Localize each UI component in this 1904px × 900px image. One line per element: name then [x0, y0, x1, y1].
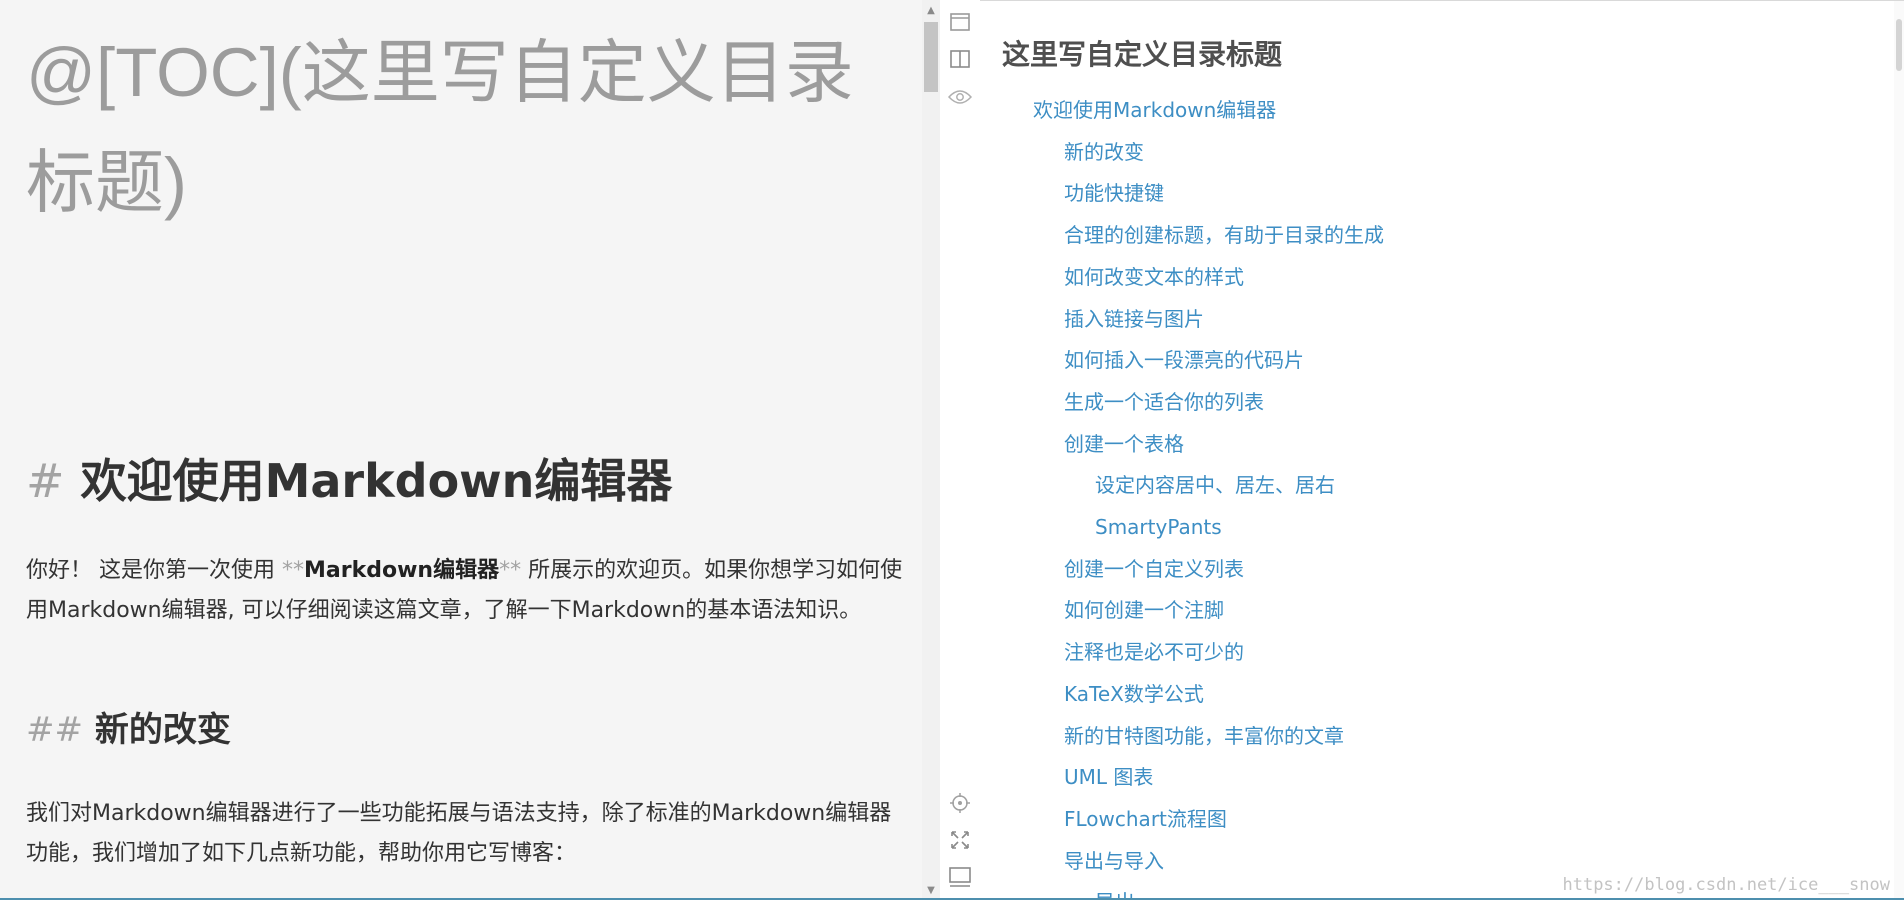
toc-link[interactable]: 设定内容居中、居左、居右	[1095, 471, 1335, 499]
toc-link[interactable]: 如何创建一个注脚	[1064, 596, 1224, 624]
markdown-editor-app: @[TOC](这里写自定义目录标题) # 欢迎使用Markdown编辑器 你好！…	[0, 0, 1904, 900]
locate-icon[interactable]	[947, 790, 973, 816]
view-toolbar	[940, 0, 980, 900]
editor-paragraph-changes: 我们对Markdown编辑器进行了一些功能拓展与语法支持，除了标准的Markdo…	[26, 801, 892, 866]
preview-eye-icon[interactable]	[947, 84, 973, 110]
editor-heading-2: ## 新的改变	[26, 705, 231, 755]
toc-link[interactable]: UML 图表	[1064, 763, 1153, 791]
bold-mark-open: **	[282, 558, 304, 583]
heading-mark: ##	[26, 710, 83, 750]
toc-directive-line: @[TOC](这里写自定义目录标题)	[26, 34, 854, 221]
preview-only-icon[interactable]	[947, 864, 973, 890]
toc-link[interactable]: 合理的创建标题，有助于目录的生成	[1064, 221, 1384, 249]
toc-link[interactable]: 导出与导入	[1064, 847, 1164, 875]
heading-mark: #	[26, 454, 65, 508]
preview-scroll-thumb[interactable]	[1896, 19, 1902, 71]
editor-scrollbar[interactable]: ▲ ▼	[922, 0, 940, 900]
para-text: 你好！ 这是你第一次使用	[26, 558, 282, 583]
toc-link[interactable]: 插入链接与图片	[1064, 305, 1204, 333]
split-view-icon[interactable]	[947, 46, 973, 72]
toc-link[interactable]: 如何插入一段漂亮的代码片	[1064, 346, 1304, 374]
toc-link[interactable]: 新的甘特图功能，丰富你的文章	[1064, 722, 1344, 750]
toc-link[interactable]: 注释也是必不可少的	[1064, 638, 1244, 666]
scroll-down-arrow-icon[interactable]: ▼	[922, 882, 940, 898]
watermark: https://blog.csdn.net/ice___snow	[1562, 875, 1890, 895]
toc-title: 这里写自定义目录标题	[1002, 38, 1283, 71]
editor-heading-1: # 欢迎使用Markdown编辑器	[26, 448, 672, 514]
editor-paragraph-welcome: 你好！ 这是你第一次使用 **Markdown编辑器** 所展示的欢迎页。如果你…	[26, 551, 906, 631]
toc-link[interactable]: 如何改变文本的样式	[1064, 263, 1244, 291]
heading-text: 新的改变	[94, 710, 231, 750]
preview-pane: 这里写自定义目录标题 欢迎使用Markdown编辑器新的改变功能快捷键合理的创建…	[980, 0, 1904, 900]
bold-text: Markdown编辑器	[304, 558, 500, 583]
toc-link[interactable]: 新的改变	[1064, 138, 1144, 166]
scroll-up-arrow-icon[interactable]: ▲	[922, 2, 940, 18]
toc-link[interactable]: FLowchart流程图	[1064, 805, 1227, 833]
toc-link[interactable]: KaTeX数学公式	[1064, 680, 1204, 708]
toc-link[interactable]: 创建一个表格	[1064, 430, 1184, 458]
preview-scrollbar[interactable]	[1894, 1, 1904, 900]
toc-link[interactable]: 创建一个自定义列表	[1064, 555, 1244, 583]
toc-link[interactable]: 生成一个适合你的列表	[1064, 388, 1264, 416]
toc-link[interactable]: 欢迎使用Markdown编辑器	[1033, 96, 1276, 124]
heading-text: 欢迎使用Markdown编辑器	[80, 454, 673, 508]
toc-link[interactable]: 功能快捷键	[1064, 179, 1164, 207]
bold-mark-close: **	[499, 558, 522, 583]
toc-link[interactable]: SmartyPants	[1095, 513, 1222, 541]
fullscreen-icon[interactable]	[947, 827, 973, 853]
editor-pane[interactable]: @[TOC](这里写自定义目录标题) # 欢迎使用Markdown编辑器 你好！…	[0, 0, 922, 900]
editor-only-icon[interactable]	[947, 9, 973, 35]
editor-scroll-thumb[interactable]	[924, 22, 938, 92]
